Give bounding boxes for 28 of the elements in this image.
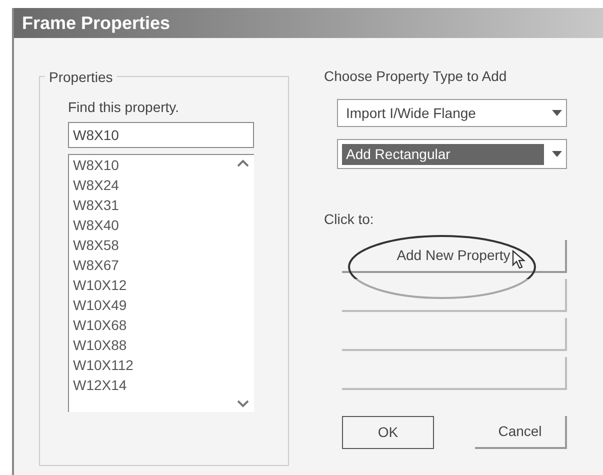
list-item[interactable]: W10X88 — [73, 335, 232, 355]
list-item[interactable]: W12X14 — [73, 375, 232, 395]
type-dropdown[interactable]: Import I/Wide Flange — [337, 99, 567, 127]
add-new-property-button[interactable]: Add New Property — [342, 240, 567, 273]
list-item[interactable]: W10X112 — [73, 355, 232, 375]
list-item[interactable]: W10X68 — [73, 315, 232, 335]
list-item[interactable]: W8X10 — [73, 155, 232, 175]
dropdown-arrow-icon[interactable] — [552, 151, 562, 157]
scroll-up-icon[interactable] — [237, 159, 249, 167]
scroll-down-icon[interactable] — [237, 400, 249, 408]
group-label: Choose Property Type to Add — [324, 67, 508, 86]
cursor-icon — [512, 250, 526, 270]
click-to-label: Click to: — [324, 210, 375, 229]
dropdown-arrow-icon[interactable] — [552, 110, 562, 116]
find-label: Find this property. — [68, 98, 180, 117]
list-item[interactable]: W10X12 — [73, 275, 232, 295]
find-field[interactable]: W8X10 — [68, 122, 254, 148]
list-item[interactable]: W8X31 — [73, 195, 232, 215]
property-list[interactable]: W8X10 W8X24 W8X31 W8X40 W8X58 W8X67 W10X12 W10X49 W10X68 W10X88 W10X112 W12X14 — [68, 154, 254, 412]
window-title: Frame Properties — [22, 12, 170, 35]
list-item[interactable]: W8X24 — [73, 175, 232, 195]
list-item[interactable]: W8X58 — [73, 235, 232, 255]
action-dropdown[interactable]: Add Rectangular — [337, 139, 567, 169]
cancel-button[interactable]: Cancel — [475, 416, 567, 449]
list-item[interactable]: W10X49 — [73, 295, 232, 315]
list-item[interactable]: W8X40 — [73, 215, 232, 235]
ok-button[interactable]: OK — [342, 416, 434, 449]
list-item[interactable]: W8X67 — [73, 255, 232, 275]
